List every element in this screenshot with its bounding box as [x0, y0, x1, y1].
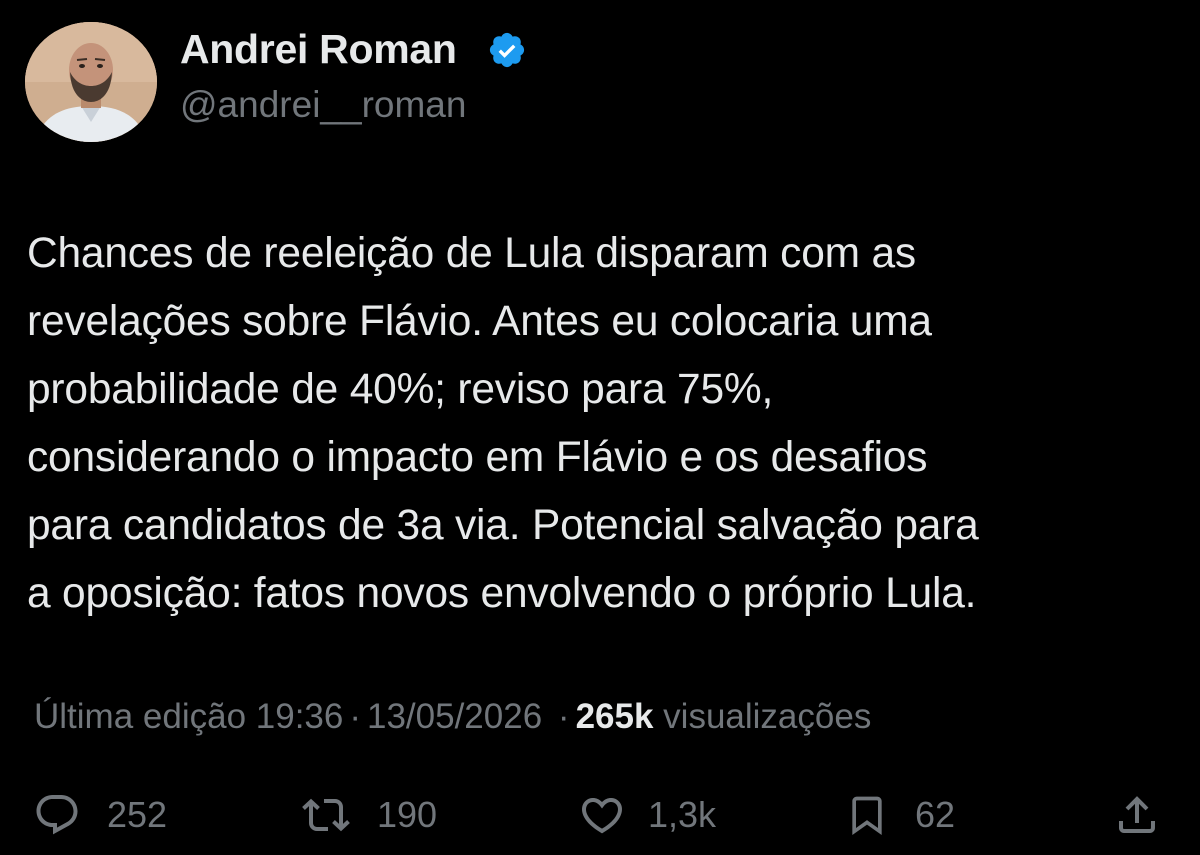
like-button[interactable]: 1,3k	[578, 785, 716, 845]
bookmark-button[interactable]: 62	[845, 785, 955, 845]
reply-count: 252	[107, 794, 168, 835]
retweet-button[interactable]: 190	[297, 785, 437, 845]
share-icon	[1119, 796, 1155, 833]
views-count: 265k	[575, 697, 654, 736]
meta-separator: ·	[557, 697, 570, 736]
like-count: 1,3k	[648, 794, 717, 835]
heart-icon	[581, 798, 623, 834]
bookmark-icon	[852, 796, 882, 836]
tweet-text: Chances de reeleição de Lula disparam co…	[27, 230, 979, 617]
reply-button[interactable]: 252	[33, 785, 167, 845]
views-label: visualizações	[663, 697, 872, 736]
edited-timestamp[interactable]: Última edição 19:36	[34, 697, 343, 736]
tweet-date[interactable]: 13/05/2026	[367, 697, 542, 736]
reply-icon	[36, 795, 78, 835]
verified-badge-icon	[489, 32, 525, 68]
bookmark-count: 62	[915, 794, 956, 835]
tweet: Andrei Roman @andrei__roman Chances de r…	[0, 0, 1200, 855]
meta-separator: ·	[349, 697, 361, 736]
tweet-meta: Última edição 19:36 · 13/05/2026 · 265k vis…	[34, 697, 871, 737]
retweet-count: 190	[377, 794, 438, 835]
user-handle[interactable]: @andrei__roman	[180, 84, 466, 126]
avatar[interactable]	[25, 22, 157, 142]
retweet-icon	[302, 798, 350, 832]
action-bar: 252 190 1,3k 62	[0, 785, 1200, 845]
share-button[interactable]	[1113, 785, 1161, 845]
display-name[interactable]: Andrei Roman	[180, 26, 457, 73]
